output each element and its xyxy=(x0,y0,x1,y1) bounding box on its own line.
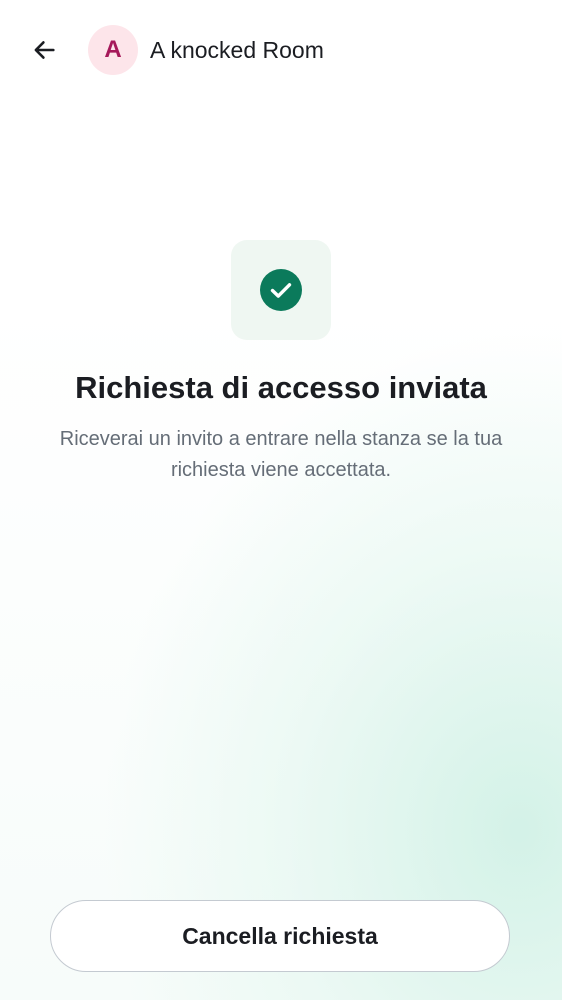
back-button[interactable] xyxy=(22,28,66,72)
status-icon-container xyxy=(231,240,331,340)
avatar-initial: A xyxy=(104,36,122,63)
room-name: A knocked Room xyxy=(150,37,324,63)
room-avatar: A xyxy=(88,25,138,75)
background xyxy=(0,0,562,1000)
status-description: Riceverai un invito a entrare nella stan… xyxy=(59,428,503,481)
knock-status: Richiesta di accesso inviata Riceverai u… xyxy=(0,240,562,486)
arrow-left-icon xyxy=(34,41,55,59)
check-circle-icon xyxy=(260,269,302,311)
top-app-bar: A A knocked Room xyxy=(0,0,562,100)
cancel-request-button[interactable]: Cancella richiesta xyxy=(50,900,510,972)
status-title: Richiesta di accesso inviata xyxy=(75,370,487,405)
